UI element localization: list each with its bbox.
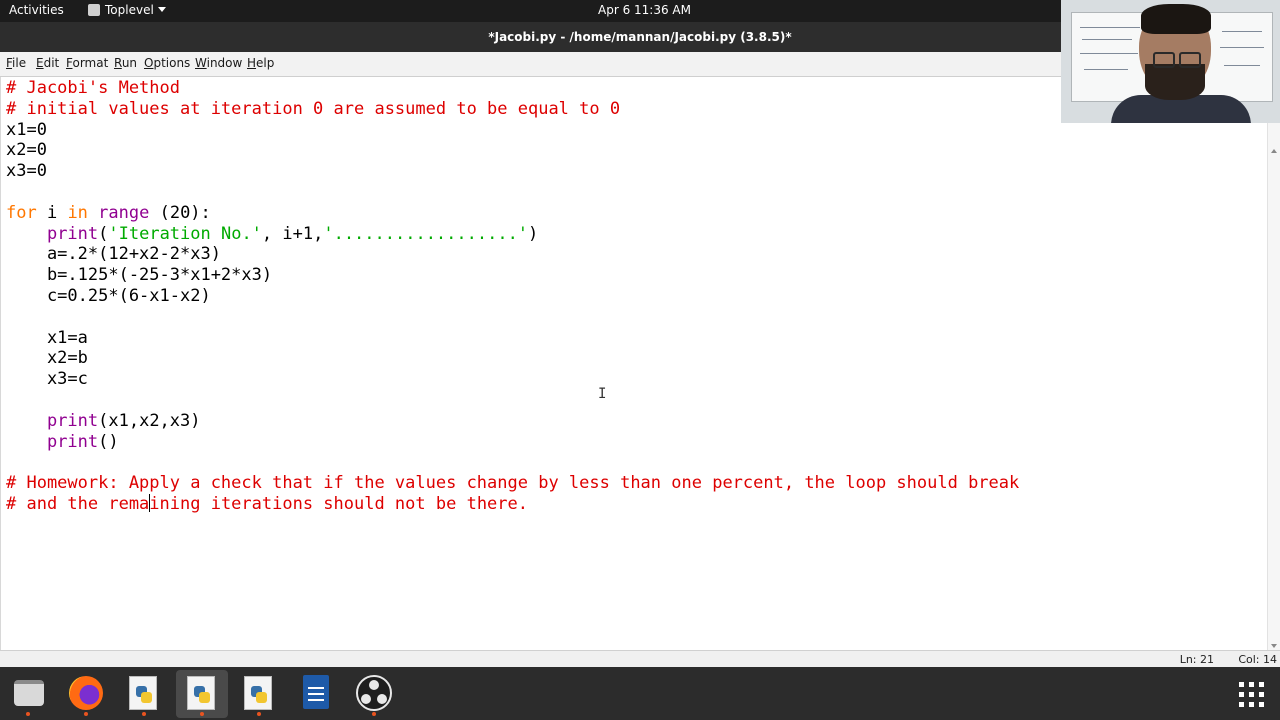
- python-file-icon: [129, 676, 157, 710]
- dock-item-python-file-3[interactable]: [233, 670, 285, 718]
- app-menu-button[interactable]: Toplevel: [88, 3, 166, 17]
- code-line-7: for i in range (20):: [6, 202, 211, 223]
- menu-format[interactable]: Format: [66, 56, 108, 70]
- dock-item-files[interactable]: [2, 670, 54, 718]
- python-file-icon: [244, 676, 272, 710]
- dock-item-firefox[interactable]: [60, 670, 112, 718]
- column-number: Col: 14: [1238, 653, 1277, 666]
- code-line-14: x2=b: [6, 348, 88, 369]
- code-line-15: x3=c: [6, 369, 88, 390]
- code-text[interactable]: # Jacobi's Method # initial values at it…: [6, 78, 1019, 515]
- dock-item-writer[interactable]: [290, 670, 342, 718]
- document-icon: [303, 675, 329, 709]
- dock-item-python-file-2[interactable]: [176, 670, 228, 718]
- show-applications-icon[interactable]: [1239, 682, 1265, 708]
- running-indicator: [84, 712, 88, 716]
- app-icon: [88, 4, 100, 16]
- menu-window[interactable]: Window: [195, 56, 242, 70]
- dock: [0, 667, 1280, 720]
- python-file-icon: [187, 676, 215, 710]
- scroll-down-icon[interactable]: [1271, 644, 1277, 648]
- running-indicator: [257, 712, 261, 716]
- menu-file[interactable]: File: [6, 56, 26, 70]
- app-menu-label: Toplevel: [105, 3, 154, 17]
- clock[interactable]: Apr 6 11:36 AM: [598, 3, 691, 17]
- code-line-8: print('Iteration No.', i+1,'............…: [46, 223, 539, 244]
- menu-run[interactable]: Run: [114, 56, 137, 70]
- mouse-ibeam-icon: Ι: [598, 386, 607, 402]
- obs-icon: [356, 675, 392, 711]
- menu-edit[interactable]: Edit: [36, 56, 59, 70]
- status-bar: Ln: 21 Col: 14: [0, 650, 1280, 668]
- firefox-icon: [69, 676, 103, 710]
- running-indicator: [142, 712, 146, 716]
- webcam-overlay: [1061, 0, 1280, 123]
- dock-item-obs-studio[interactable]: [348, 670, 400, 718]
- code-line-3: x1=0: [6, 119, 47, 140]
- code-editor[interactable]: # Jacobi's Method # initial values at it…: [0, 77, 1268, 650]
- code-line-10: b=.125*(-25-3*x1+2*x3): [6, 265, 273, 286]
- running-indicator: [26, 712, 30, 716]
- menu-options[interactable]: Options: [144, 56, 190, 70]
- vertical-scrollbar[interactable]: [1267, 77, 1280, 650]
- code-line-1: # Jacobi's Method: [6, 78, 180, 98]
- scroll-up-icon[interactable]: [1271, 149, 1277, 153]
- code-line-13: x1=a: [6, 327, 88, 348]
- line-number: Ln: 21: [1179, 653, 1214, 666]
- chevron-down-icon: [157, 7, 166, 12]
- menu-help[interactable]: Help: [247, 56, 274, 70]
- code-line-20: # Homework: Apply a check that if the va…: [6, 473, 1020, 494]
- code-line-17: print(x1,x2,x3): [46, 410, 201, 431]
- code-line-18: print(): [46, 431, 119, 452]
- code-line-9: a=.2*(12+x2-2*x3): [6, 244, 221, 265]
- code-line-2: # initial values at iteration 0 are assu…: [6, 98, 621, 119]
- running-indicator: [200, 712, 204, 716]
- code-line-4: x2=0: [6, 140, 47, 161]
- dock-item-python-file-1[interactable]: [118, 670, 170, 718]
- code-line-21: # and the remaining iterations should no…: [6, 493, 528, 514]
- files-icon: [14, 680, 44, 706]
- activities-button[interactable]: Activities: [9, 3, 64, 17]
- code-line-5: x3=0: [6, 161, 47, 182]
- code-line-11: c=0.25*(6-x1-x2): [6, 285, 211, 306]
- running-indicator: [372, 712, 376, 716]
